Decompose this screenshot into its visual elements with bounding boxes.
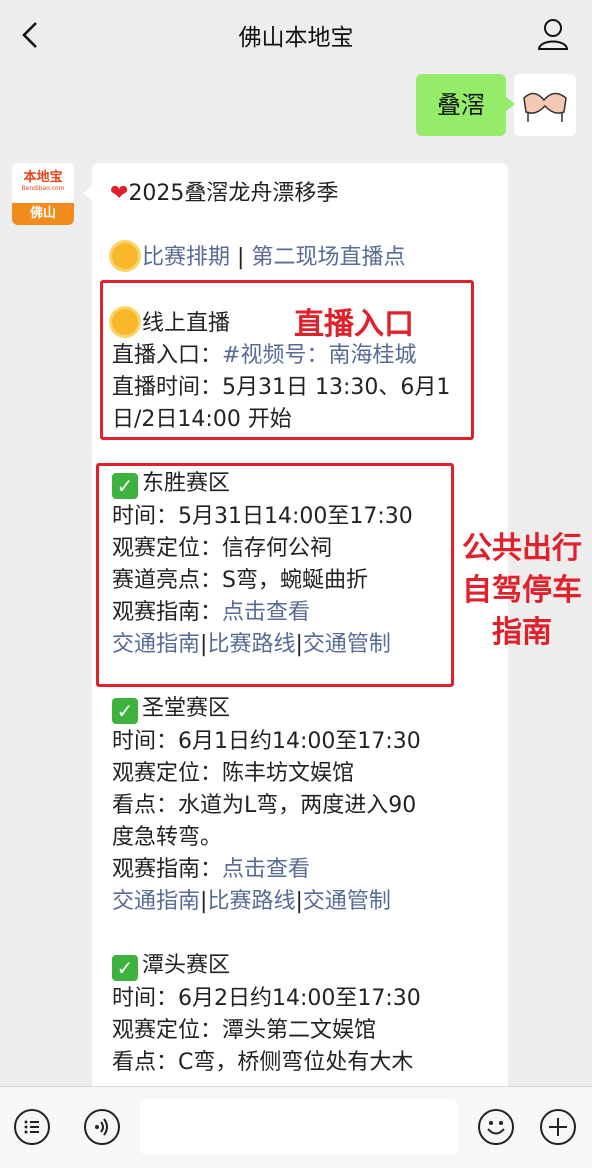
sun-icon xyxy=(112,243,138,269)
guide-label: 观赛指南： xyxy=(112,857,223,882)
avatar-city: 佛山 xyxy=(12,203,74,225)
user-profile-icon[interactable] xyxy=(536,17,570,51)
tantou-title-line: ✓ 潭头赛区 xyxy=(112,950,230,982)
heading-line: ❤2025叠滘龙舟漂移季 xyxy=(110,178,338,210)
transport-annotation-1: 公共出行 xyxy=(462,531,582,566)
tantou-highlight1: 看点：C弯，桥侧弯位处有大木 xyxy=(112,1050,414,1075)
more-button[interactable] xyxy=(540,1109,576,1145)
shengtang-title-line: ✓ 圣堂赛区 xyxy=(112,693,230,725)
emoji-button[interactable] xyxy=(478,1109,514,1145)
my-avatar[interactable] xyxy=(514,74,576,136)
transport-annotation-3: 指南 xyxy=(492,615,552,650)
shengtang-guide-line: 观赛指南：点击查看 xyxy=(112,854,310,886)
list-menu-icon xyxy=(24,1120,39,1134)
chat-title: 佛山本地宝 xyxy=(238,25,354,51)
traffic-guide-link[interactable]: 交通指南 xyxy=(112,889,200,914)
links-line: 比赛排期 | 第二现场直播点 xyxy=(112,242,405,274)
voice-icon xyxy=(95,1118,108,1136)
schedule-link[interactable]: 比赛排期 xyxy=(142,245,230,270)
shengtang-location: 观赛定位：陈丰坊文娱馆 xyxy=(112,761,355,786)
live-entry-highlight-box xyxy=(100,280,474,440)
outgoing-message[interactable]: 叠滘 xyxy=(416,74,515,136)
voice-button[interactable] xyxy=(84,1109,120,1145)
heart-icon: ❤ xyxy=(110,181,129,206)
check-icon: ✓ xyxy=(112,955,138,981)
shengtang-time: 时间：6月1日约14:00至17:30 xyxy=(112,729,421,754)
input-bar xyxy=(0,1086,592,1168)
live-entry-annotation: 直播入口 xyxy=(294,307,414,342)
article-heading: 2025叠滘龙舟漂移季 xyxy=(128,181,339,206)
menu-button[interactable] xyxy=(14,1109,50,1145)
separator: | xyxy=(237,245,245,270)
traffic-control-link[interactable]: 交通管制 xyxy=(303,889,391,914)
tantou-time: 时间：6月2日约14:00至17:30 xyxy=(112,986,421,1011)
message-input[interactable] xyxy=(140,1099,458,1155)
emoji-icon xyxy=(487,1121,505,1135)
live-point-link[interactable]: 第二现场直播点 xyxy=(251,245,405,270)
avatar-brand: 本地宝 xyxy=(23,170,63,185)
separator: | xyxy=(295,889,303,914)
shengtang-title: 圣堂赛区 xyxy=(142,696,231,721)
guide-link[interactable]: 点击查看 xyxy=(222,857,310,882)
transport-annotation-2: 自驾停车 xyxy=(462,573,582,608)
tantou-title: 潭头赛区 xyxy=(142,953,231,978)
tantou-location: 观赛定位：潭头第二文娱馆 xyxy=(112,1018,377,1043)
check-icon: ✓ xyxy=(112,698,138,724)
shengtang-links: 交通指南|比赛路线|交通管制 xyxy=(112,886,391,918)
shengtang-highlight1: 看点：水道为L弯，两度进入90 xyxy=(112,793,417,818)
bra-avatar-icon xyxy=(523,92,567,122)
top-bar: 佛山本地宝 xyxy=(0,0,592,70)
official-account-avatar[interactable]: 本地宝 Bendibao.com 佛山 xyxy=(12,163,74,225)
shengtang-highlight2: 度急转弯。 xyxy=(112,825,223,850)
race-route-link[interactable]: 比赛路线 xyxy=(207,889,295,914)
plus-icon xyxy=(549,1118,567,1136)
transport-highlight-box xyxy=(96,463,454,687)
avatar-sub: Bendibao.com xyxy=(21,185,65,192)
